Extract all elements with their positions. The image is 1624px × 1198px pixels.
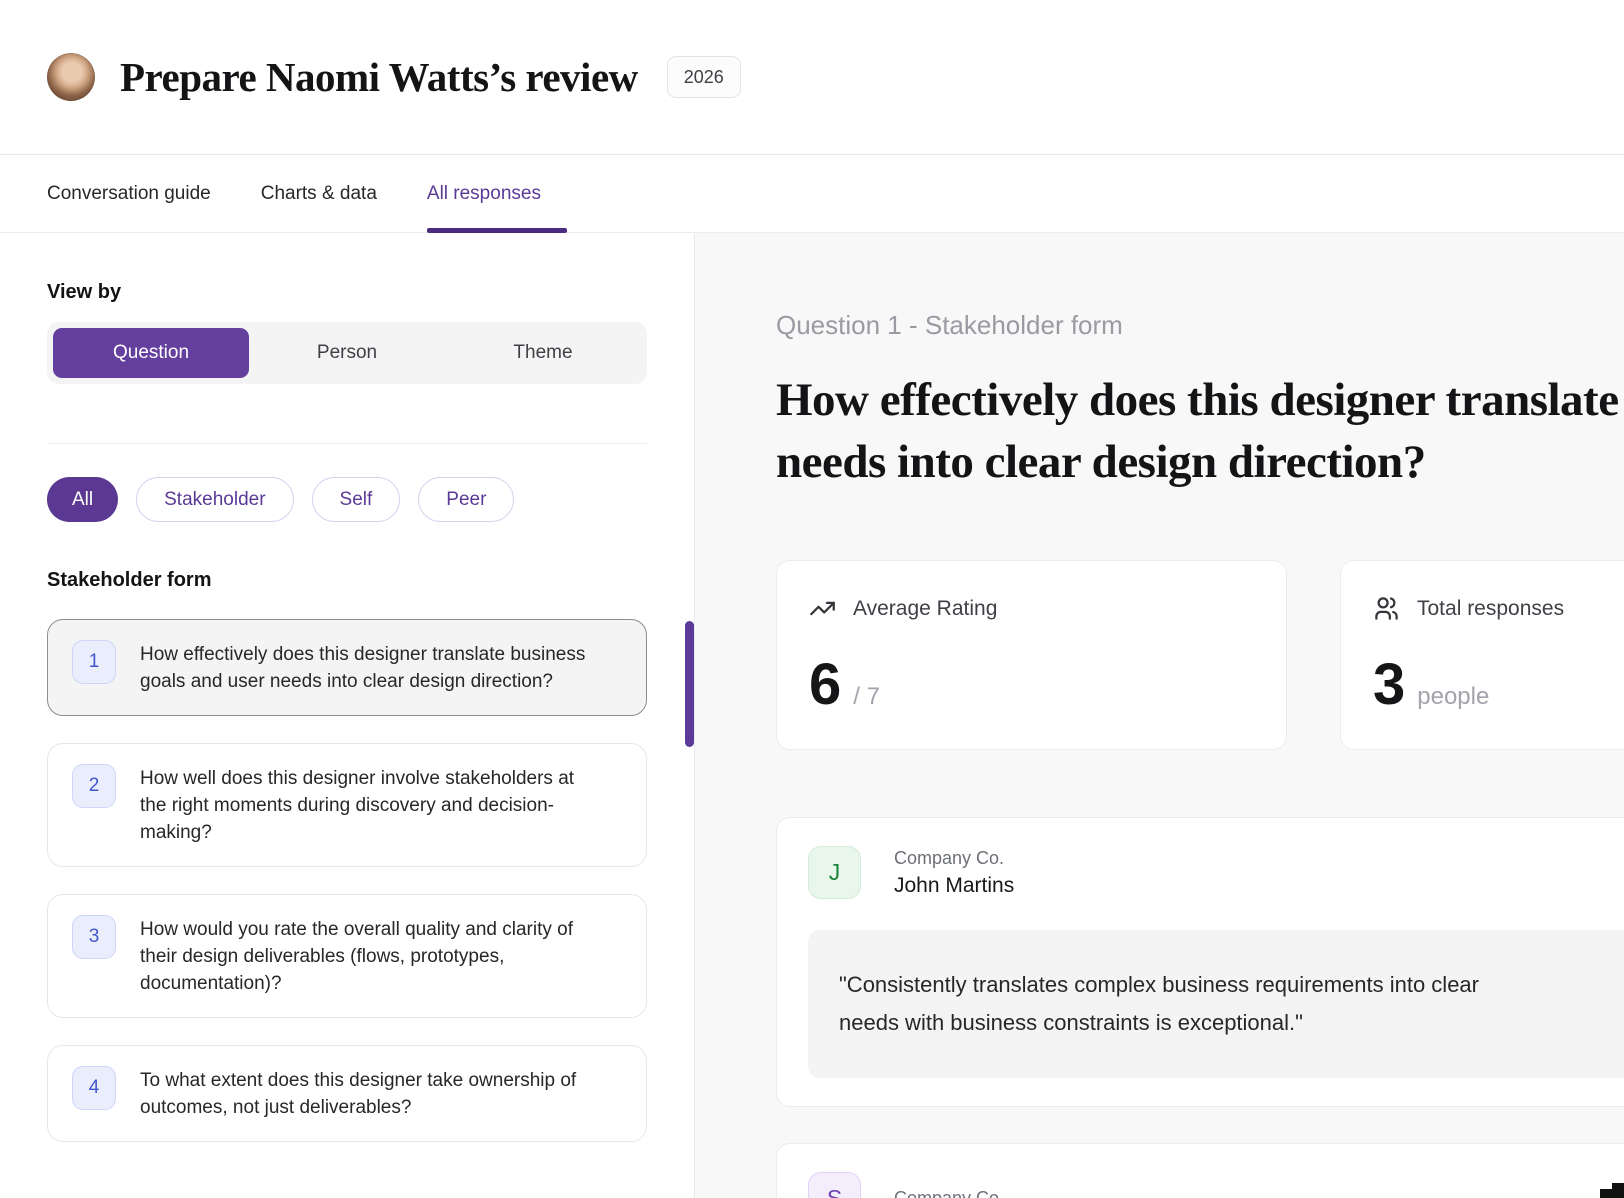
response-card-2: S Company Co.	[776, 1143, 1624, 1198]
year-badge: 2026	[667, 56, 741, 98]
total-responses-value: 3	[1373, 651, 1404, 718]
filter-peer[interactable]: Peer	[418, 477, 514, 522]
segment-person[interactable]: Person	[249, 328, 445, 378]
question-heading-line-1: How effectively does this designer trans…	[776, 369, 1624, 431]
question-number-badge: 3	[72, 915, 116, 959]
sidebar-scrollbar-thumb[interactable]	[685, 621, 694, 747]
question-heading: How effectively does this designer trans…	[776, 369, 1624, 493]
response-quote: "Consistently translates complex busines…	[808, 930, 1624, 1078]
tab-conversation-guide[interactable]: Conversation guide	[47, 155, 211, 232]
tab-label: Conversation guide	[47, 183, 211, 205]
users-icon	[1373, 595, 1400, 622]
stat-cards: Average Rating 6 / 7	[776, 560, 1624, 750]
response-card-john-martins: J Company Co. John Martins "Consistently…	[776, 817, 1624, 1107]
segment-question[interactable]: Question	[53, 328, 249, 378]
filter-pills: All Stakeholder Self Peer	[47, 477, 694, 522]
filter-all[interactable]: All	[47, 477, 118, 522]
tab-all-responses[interactable]: All responses	[427, 155, 541, 232]
question-text: How would you rate the overall quality a…	[140, 915, 592, 997]
question-number-badge: 4	[72, 1066, 116, 1110]
total-responses-card: Total responses 3 people	[1340, 560, 1624, 750]
view-by-label: View by	[47, 281, 694, 304]
filter-stakeholder[interactable]: Stakeholder	[136, 477, 293, 522]
average-rating-scale: / 7	[853, 683, 880, 711]
corner-widget-fragment	[1600, 1189, 1624, 1198]
question-card-2[interactable]: 2 How well does this designer involve st…	[47, 743, 647, 867]
responder-name: John Martins	[894, 874, 1014, 898]
responder-company: Company Co.	[894, 1188, 1004, 1198]
question-number-badge: 1	[72, 640, 116, 684]
sidebar: View by Question Person Theme All Stakeh…	[0, 233, 695, 1198]
view-by-segmented-control: Question Person Theme	[47, 322, 647, 384]
total-responses-unit: people	[1417, 683, 1489, 711]
segment-theme[interactable]: Theme	[445, 328, 641, 378]
question-list: 1 How effectively does this designer tra…	[47, 619, 694, 1142]
question-text: How effectively does this designer trans…	[140, 640, 592, 695]
page: Prepare Naomi Watts’s review 2026 Conver…	[0, 0, 1624, 1198]
tab-bar: Conversation guide Charts & data All res…	[0, 155, 1624, 233]
stat-label: Total responses	[1417, 597, 1564, 621]
question-heading-line-2: needs into clear design direction?	[776, 431, 1624, 493]
tab-label: All responses	[427, 183, 541, 205]
content-row: View by Question Person Theme All Stakeh…	[0, 233, 1624, 1198]
question-context-label: Question 1 - Stakeholder form	[776, 310, 1624, 341]
responder-initial-avatar: S	[808, 1172, 861, 1198]
question-card-4[interactable]: 4 To what extent does this designer take…	[47, 1045, 647, 1142]
corner-widget-fragment	[1612, 1183, 1624, 1189]
tab-charts-and-data[interactable]: Charts & data	[261, 155, 377, 232]
question-text: How well does this designer involve stak…	[140, 764, 592, 846]
form-section-title: Stakeholder form	[47, 569, 694, 592]
responses-list: J Company Co. John Martins "Consistently…	[776, 817, 1624, 1198]
response-quote-line-2: needs with business constraints is excep…	[839, 1004, 1624, 1042]
trending-up-icon	[809, 595, 836, 622]
page-title: Prepare Naomi Watts’s review	[120, 53, 638, 101]
sidebar-divider	[47, 443, 647, 444]
reviewee-avatar	[47, 53, 95, 101]
responder-company: Company Co.	[894, 848, 1014, 869]
responder-initial-avatar: J	[808, 846, 861, 899]
question-card-3[interactable]: 3 How would you rate the overall quality…	[47, 894, 647, 1018]
response-quote-line-1: "Consistently translates complex busines…	[839, 966, 1624, 1004]
stat-label: Average Rating	[853, 597, 997, 621]
question-number-badge: 2	[72, 764, 116, 808]
header: Prepare Naomi Watts’s review 2026	[0, 0, 1624, 155]
average-rating-value: 6	[809, 651, 840, 718]
filter-self[interactable]: Self	[312, 477, 401, 522]
question-card-1[interactable]: 1 How effectively does this designer tra…	[47, 619, 647, 716]
main-pane: Question 1 - Stakeholder form How effect…	[695, 233, 1624, 1198]
average-rating-card: Average Rating 6 / 7	[776, 560, 1287, 750]
tab-label: Charts & data	[261, 183, 377, 205]
question-text: To what extent does this designer take o…	[140, 1066, 592, 1121]
